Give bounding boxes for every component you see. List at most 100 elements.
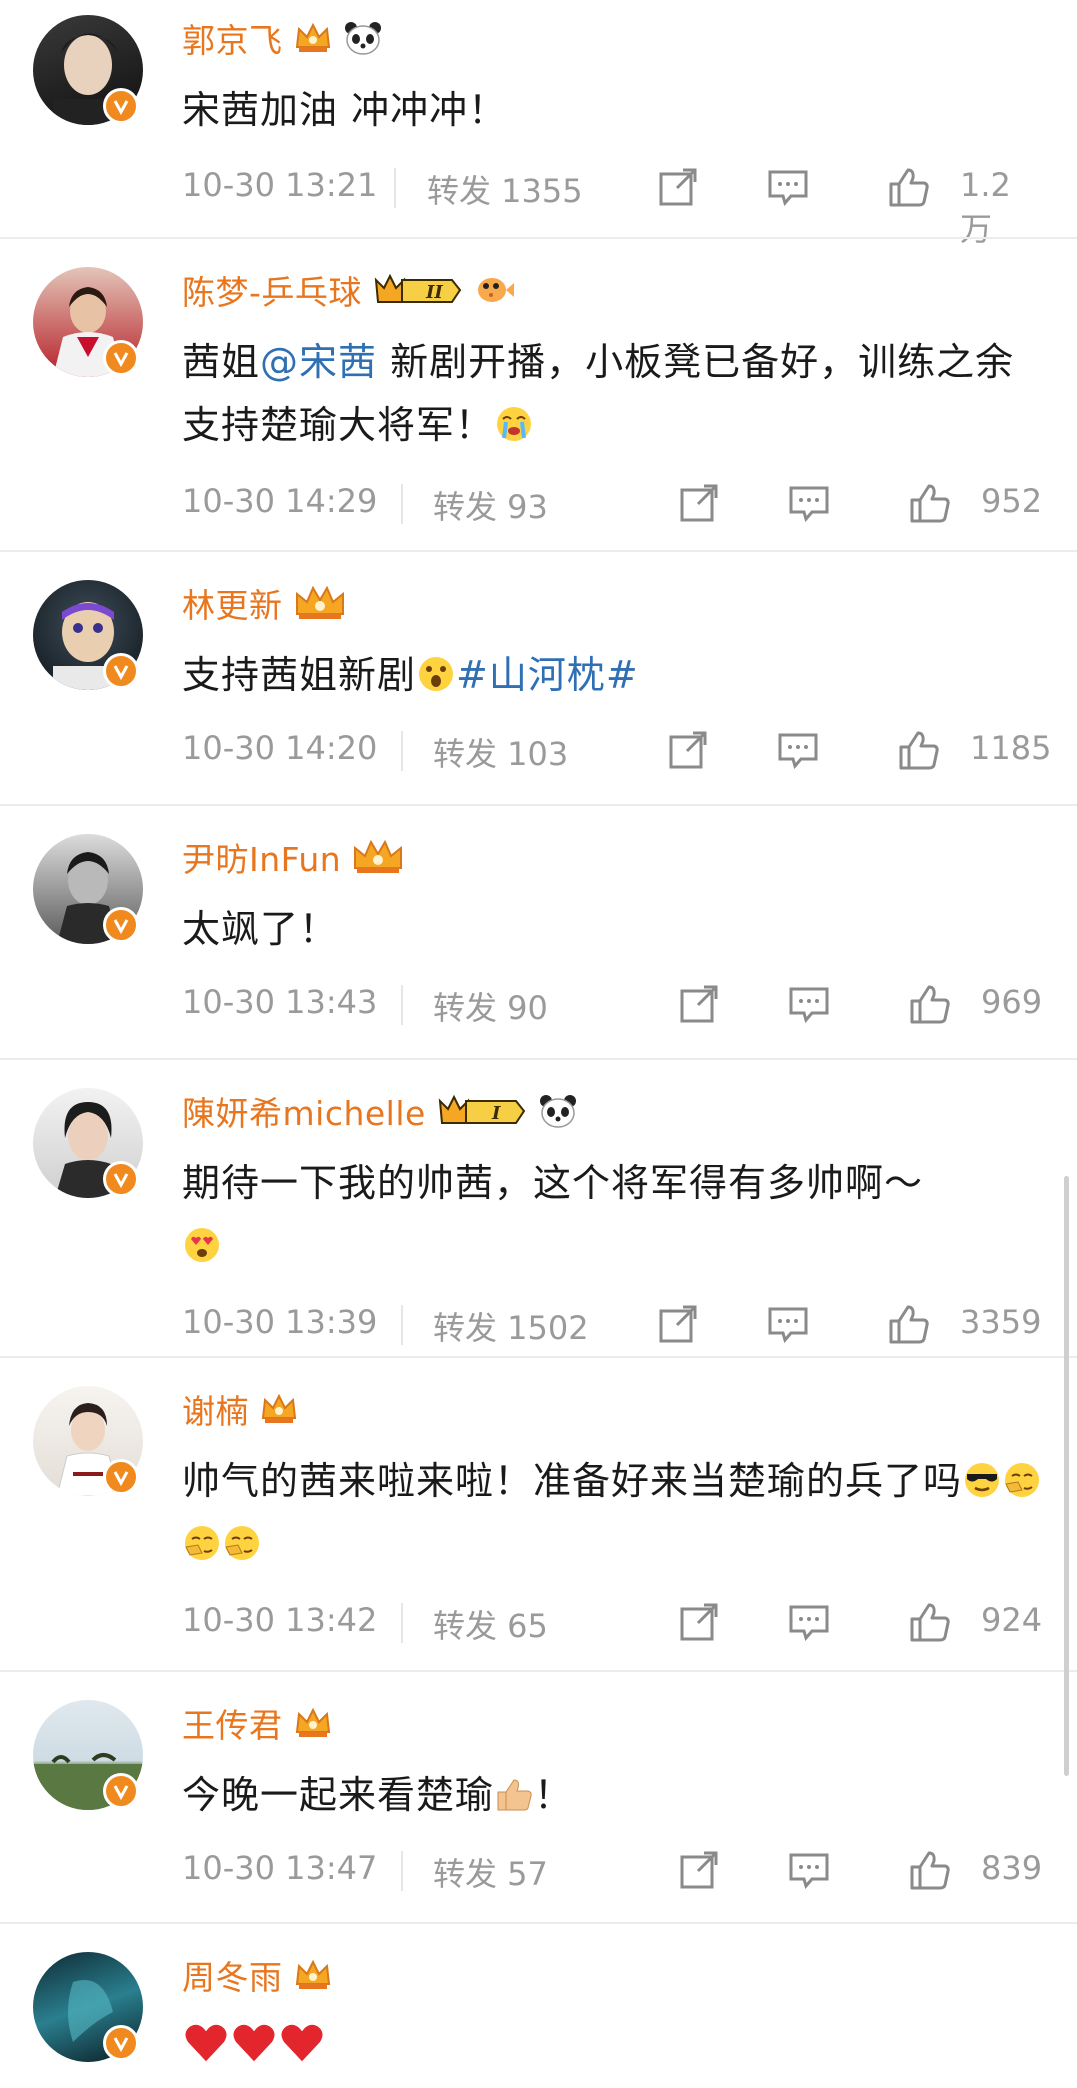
divider xyxy=(401,985,403,1025)
text-segment: 期待一下我的帅茜，这个将军得有多帅啊～ xyxy=(182,1161,924,1205)
divider xyxy=(0,1058,1077,1060)
comment-text: 茜姐@宋茜 新剧开播，小板凳已备好，训练之余支持楚瑜大将军！ xyxy=(182,331,1042,457)
like-count: 969 xyxy=(981,983,1043,1021)
user-name-row[interactable]: 周冬雨 xyxy=(182,1951,333,1999)
heart-icon xyxy=(233,2024,275,2062)
like-count: 952 xyxy=(981,482,1043,520)
comment-icon[interactable] xyxy=(767,166,809,208)
repost-count[interactable]: 转发 57 xyxy=(433,1849,548,1895)
timestamp: 10-30 14:29 xyxy=(182,482,378,520)
user-name-row[interactable]: 陈梦-乒乓球 II xyxy=(182,266,514,314)
user-name-row[interactable]: 陳妍希michelle I xyxy=(182,1087,578,1135)
level-text: II xyxy=(425,282,443,303)
text-segment: ！ xyxy=(534,1773,574,1817)
share-icon[interactable] xyxy=(678,1601,720,1643)
user-name[interactable]: 郭京飞 xyxy=(182,14,283,62)
like-count: 839 xyxy=(981,1849,1043,1887)
repost-count[interactable]: 转发 103 xyxy=(433,729,568,775)
comment-icon[interactable] xyxy=(788,482,830,524)
like-count: 3359 xyxy=(960,1303,1042,1341)
hashtag-link[interactable]: #山河枕# xyxy=(456,653,639,697)
user-name-row[interactable]: 王传君 xyxy=(182,1699,333,1747)
repost-count[interactable]: 转发 93 xyxy=(433,482,548,528)
repost-count[interactable]: 转发 90 xyxy=(433,983,548,1029)
verified-icon xyxy=(103,1161,139,1197)
pufferfish-icon xyxy=(477,278,514,302)
repost-count[interactable]: 转发 1355 xyxy=(427,166,583,212)
crying-emoji-icon xyxy=(497,407,532,441)
heart-icon xyxy=(185,2024,227,2062)
cool-emoji-icon xyxy=(965,1463,1000,1497)
like-icon[interactable] xyxy=(898,729,940,771)
verified-icon xyxy=(103,2025,139,2061)
user-name-row[interactable]: 尹昉InFun xyxy=(182,833,405,881)
verified-icon xyxy=(103,653,139,689)
scrollbar[interactable] xyxy=(1064,1176,1069,1776)
salute-emoji-icon xyxy=(1005,1463,1040,1497)
like-count: 1185 xyxy=(970,729,1052,767)
verified-icon xyxy=(103,340,139,376)
share-icon[interactable] xyxy=(657,166,699,208)
like-icon[interactable] xyxy=(888,1303,930,1345)
repost-count[interactable]: 转发 65 xyxy=(433,1601,548,1647)
mention-link[interactable]: @宋茜 xyxy=(260,340,377,384)
text-segment: 帅气的茜来啦来啦！准备好来当楚瑜的兵了吗 xyxy=(182,1459,963,1503)
comment-text: 宋茜加油 冲冲冲！ xyxy=(182,88,508,132)
user-name[interactable]: 谢楠 xyxy=(182,1385,249,1433)
comment-icon[interactable] xyxy=(788,983,830,1025)
share-icon[interactable] xyxy=(667,729,709,771)
comment-meta: 10-30 13:43 转发 90 969 xyxy=(182,979,1042,1029)
text-segment: 今晚一起来看楚瑜 xyxy=(182,1773,495,1817)
text-segment: 茜姐 xyxy=(182,340,261,384)
crown-icon xyxy=(295,585,344,619)
like-icon[interactable] xyxy=(909,1601,951,1643)
comment-text: 支持茜姐新剧 #山河枕# xyxy=(182,644,1042,707)
comment-text: 今晚一起来看楚瑜 ！ xyxy=(182,1764,1042,1827)
crown-level-badge: I xyxy=(438,1094,526,1124)
timestamp: 10-30 13:42 xyxy=(182,1601,378,1639)
like-icon[interactable] xyxy=(909,1849,951,1891)
comment-icon[interactable] xyxy=(767,1303,809,1345)
comment-text: 期待一下我的帅茜，这个将军得有多帅啊～ xyxy=(182,1152,1042,1278)
panda-icon xyxy=(344,22,381,55)
share-icon[interactable] xyxy=(678,1849,720,1891)
comment-meta: 10-30 14:20 转发 103 1185 xyxy=(182,725,1051,775)
divider xyxy=(0,237,1077,239)
crown-icon xyxy=(295,1707,330,1737)
crown-icon xyxy=(295,22,330,52)
like-icon[interactable] xyxy=(909,482,951,524)
share-icon[interactable] xyxy=(678,482,720,524)
repost-count[interactable]: 转发 1502 xyxy=(433,1303,589,1349)
comment-icon[interactable] xyxy=(788,1601,830,1643)
salute-emoji-icon xyxy=(225,1526,259,1560)
crown-icon xyxy=(354,839,403,873)
surprised-emoji-icon xyxy=(419,657,454,691)
comment-meta: 10-30 13:42 转发 65 924 xyxy=(182,1597,1042,1647)
user-name-row[interactable]: 谢楠 xyxy=(182,1385,299,1433)
user-name[interactable]: 周冬雨 xyxy=(182,1951,283,1999)
comment-text: 帅气的茜来啦来啦！准备好来当楚瑜的兵了吗 xyxy=(182,1450,1042,1576)
user-name[interactable]: 尹昉InFun xyxy=(182,833,341,881)
divider xyxy=(394,168,396,208)
share-icon[interactable] xyxy=(657,1303,699,1345)
user-name[interactable]: 陈梦-乒乓球 xyxy=(182,266,362,314)
comment-meta: 10-30 14:29 转发 93 952 xyxy=(182,478,1042,528)
timestamp: 10-30 13:39 xyxy=(182,1303,378,1341)
like-count: 924 xyxy=(981,1601,1043,1639)
share-icon[interactable] xyxy=(678,983,720,1025)
divider xyxy=(401,731,403,771)
like-icon[interactable] xyxy=(909,983,951,1025)
panda-icon xyxy=(539,1095,576,1128)
divider xyxy=(401,1851,403,1891)
verified-icon xyxy=(103,907,139,943)
comment-icon[interactable] xyxy=(777,729,819,771)
comment-icon[interactable] xyxy=(788,1849,830,1891)
user-name-row[interactable]: 郭京飞 xyxy=(182,14,383,62)
user-name[interactable]: 林更新 xyxy=(182,579,283,627)
user-name[interactable]: 陳妍希michelle xyxy=(182,1087,426,1135)
user-name[interactable]: 王传君 xyxy=(182,1699,283,1747)
timestamp: 10-30 13:21 xyxy=(182,166,378,204)
like-icon[interactable] xyxy=(888,166,930,208)
user-name-row[interactable]: 林更新 xyxy=(182,579,347,627)
timestamp: 10-30 13:43 xyxy=(182,983,378,1021)
